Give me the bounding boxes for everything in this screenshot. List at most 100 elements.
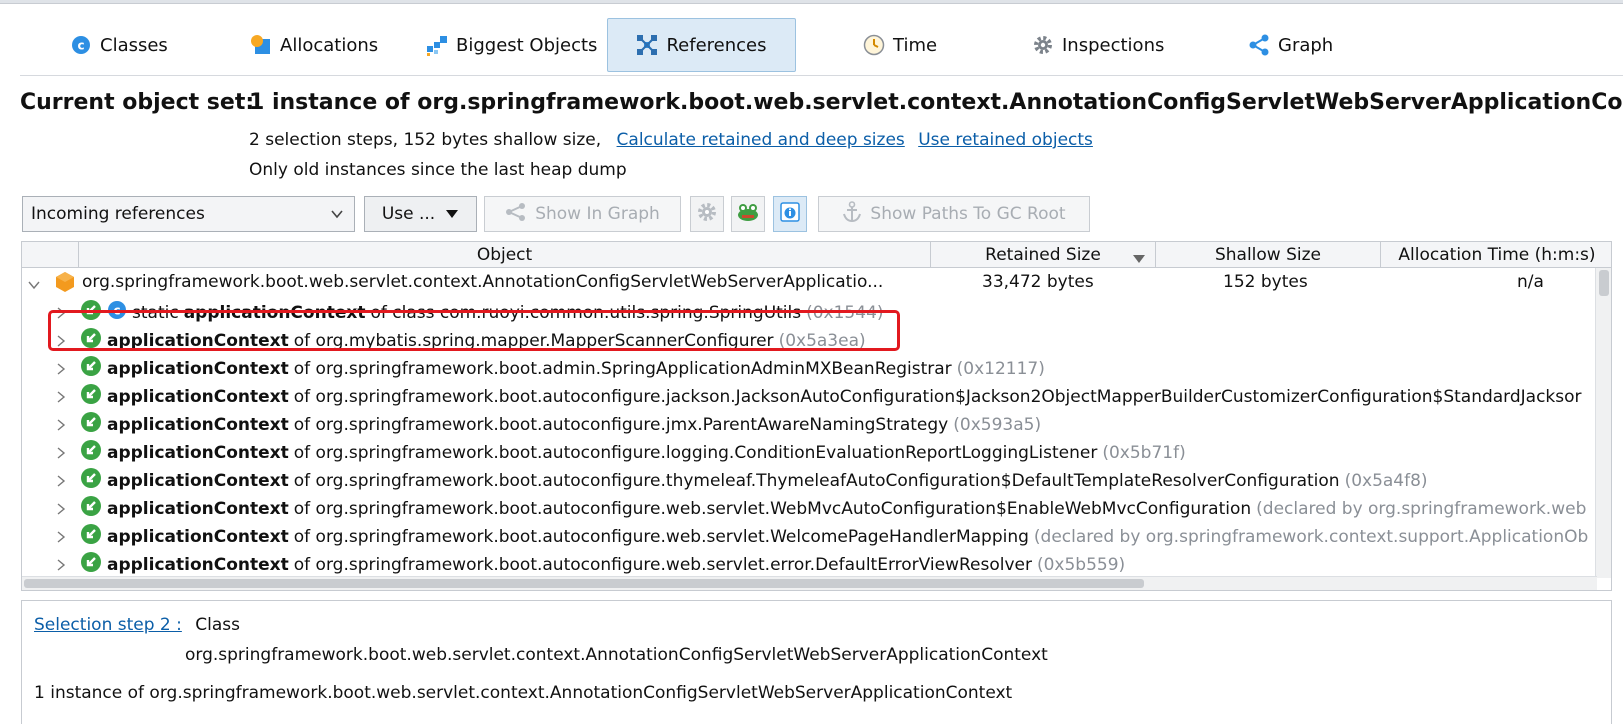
table-row[interactable]: applicationContext of org.springframewor…: [22, 380, 1597, 408]
object-id: (0x593a5): [953, 414, 1042, 435]
reference-view-select[interactable]: Incoming references: [22, 196, 355, 232]
tab-label: Classes: [100, 34, 168, 56]
incoming-reference-icon: [80, 523, 102, 550]
row-content: applicationContext of org.springframewor…: [80, 523, 1588, 550]
object-id: (0x5b71f): [1102, 442, 1186, 463]
tab-allocations[interactable]: Allocations: [250, 18, 378, 72]
column-allocation-time[interactable]: Allocation Time (h:m:s): [1380, 242, 1611, 268]
row-content: applicationContext of org.springframewor…: [80, 439, 1186, 466]
object-id: (declared by org.springframework.context…: [1033, 526, 1589, 547]
horizontal-scrollbar[interactable]: [22, 576, 1597, 590]
settings-button[interactable]: [690, 196, 724, 232]
tab-inspections[interactable]: Inspections: [1032, 18, 1164, 72]
vertical-scrollbar[interactable]: [1595, 268, 1611, 578]
row-content: applicationContext of org.springframewor…: [80, 411, 1041, 438]
selection-summary-text: 1 instance of org.springframework.boot.w…: [34, 683, 1013, 703]
info-toggle-button[interactable]: [773, 196, 807, 232]
root-allocation-time: n/a: [1517, 272, 1544, 292]
selection-details-panel: Selection step 2 : Class org.springframe…: [21, 600, 1612, 724]
field-name: applicationContext: [107, 386, 289, 407]
collapsed-caret-icon[interactable]: [55, 472, 67, 487]
tab-classes[interactable]: c Classes: [70, 18, 168, 72]
table-row[interactable]: applicationContext of org.springframewor…: [22, 464, 1597, 492]
table-row[interactable]: applicationContext of org.springframewor…: [22, 492, 1597, 520]
incoming-reference-icon: [80, 439, 102, 466]
owner-class: of org.springframework.boot.autoconfigur…: [293, 442, 1098, 463]
table-row-root[interactable]: org.springframework.boot.web.servlet.con…: [22, 268, 1597, 296]
owner-class: of org.springframework.boot.autoconfigur…: [293, 554, 1032, 575]
tab-label: Graph: [1278, 34, 1334, 56]
biggest-objects-icon: [426, 34, 448, 56]
frog-button[interactable]: [731, 196, 765, 232]
object-id: (0x5b559): [1036, 554, 1126, 575]
chevron-down-icon: [330, 206, 344, 220]
select-value: Incoming references: [31, 204, 205, 224]
column-retained-size[interactable]: Retained Size: [930, 242, 1155, 268]
anchor-icon: [842, 200, 862, 228]
incoming-reference-icon: [80, 467, 102, 494]
row-content: applicationContext of org.springframewor…: [80, 383, 1587, 410]
collapsed-caret-icon[interactable]: [55, 416, 67, 431]
owner-class: of org.springframework.boot.autoconfigur…: [293, 414, 949, 435]
tab-time[interactable]: Time: [863, 18, 937, 72]
dropdown-arrow-icon: [445, 204, 459, 224]
row-content: applicationContext of org.springframewor…: [80, 495, 1586, 522]
field-name: applicationContext: [107, 358, 289, 379]
collapsed-caret-icon[interactable]: [55, 528, 67, 543]
gear-icon: [696, 201, 718, 227]
collapsed-caret-icon[interactable]: [55, 556, 67, 571]
references-icon: [636, 34, 658, 56]
column-shallow-size[interactable]: Shallow Size: [1155, 242, 1380, 268]
title-label: Current object set:: [20, 90, 255, 115]
table-header: Object Retained Size Shallow Size Alloca…: [22, 242, 1611, 268]
object-id: (declared by org.springframework.web: [1256, 498, 1587, 519]
column-object[interactable]: Object: [78, 242, 930, 268]
tab-references[interactable]: References: [607, 18, 796, 72]
owner-class: of org.springframework.boot.autoconfigur…: [293, 526, 1029, 547]
tab-graph[interactable]: Graph: [1248, 18, 1333, 72]
calculate-sizes-link[interactable]: Calculate retained and deep sizes: [617, 130, 905, 150]
selection-summary: 2 selection steps, 152 bytes shallow siz…: [249, 130, 1093, 150]
heap-note: Only old instances since the last heap d…: [249, 160, 627, 180]
object-id: (0x5a4f8): [1344, 470, 1428, 491]
root-object-name: org.springframework.boot.web.servlet.con…: [82, 272, 882, 292]
use-button[interactable]: Use ...: [364, 196, 477, 232]
table-row[interactable]: applicationContext of org.springframewor…: [22, 548, 1597, 576]
tab-label: Allocations: [280, 34, 379, 56]
field-name: applicationContext: [107, 498, 289, 519]
selection-step-link[interactable]: Selection step 2 :: [34, 615, 182, 635]
owner-class: of org.springframework.boot.admin.Spring…: [293, 358, 952, 379]
svg-text:c: c: [77, 39, 84, 53]
field-name: applicationContext: [107, 442, 289, 463]
tab-label: Biggest Objects: [456, 34, 598, 56]
window-top-strip: [0, 0, 1623, 4]
show-in-graph-button[interactable]: Show In Graph: [484, 196, 681, 232]
collapsed-caret-icon[interactable]: [55, 500, 67, 515]
references-table: Object Retained Size Shallow Size Alloca…: [21, 241, 1612, 591]
collapsed-caret-icon[interactable]: [55, 388, 67, 403]
field-name: applicationContext: [107, 470, 289, 491]
scrollbar-thumb[interactable]: [24, 579, 1144, 588]
view-tabs: c Classes Allocations Biggest Objects Re…: [20, 14, 1623, 76]
use-button-label: Use ...: [381, 204, 436, 224]
scrollbar-thumb[interactable]: [1599, 270, 1609, 296]
use-retained-link[interactable]: Use retained objects: [918, 130, 1093, 150]
table-row[interactable]: applicationContext of org.springframewor…: [22, 352, 1597, 380]
info-icon: [779, 201, 801, 227]
show-in-graph-label: Show In Graph: [535, 204, 660, 224]
graph-icon: [505, 202, 527, 226]
collapsed-caret-icon[interactable]: [55, 360, 67, 375]
collapsed-caret-icon[interactable]: [55, 444, 67, 459]
table-row[interactable]: applicationContext of org.springframewor…: [22, 436, 1597, 464]
table-row[interactable]: applicationContext of org.springframewor…: [22, 408, 1597, 436]
selection-step-line: Selection step 2 : Class: [34, 615, 240, 635]
tab-biggest-objects[interactable]: Biggest Objects: [426, 18, 597, 72]
row-content: applicationContext of org.springframewor…: [80, 355, 1045, 382]
incoming-reference-icon: [80, 551, 102, 578]
expanded-caret-icon[interactable]: [28, 276, 40, 290]
table-row[interactable]: applicationContext of org.springframewor…: [22, 520, 1597, 548]
incoming-reference-icon: [80, 383, 102, 410]
graph-icon: [1248, 34, 1270, 56]
field-name: applicationContext: [107, 414, 289, 435]
show-paths-gc-root-button[interactable]: Show Paths To GC Root: [818, 196, 1090, 232]
